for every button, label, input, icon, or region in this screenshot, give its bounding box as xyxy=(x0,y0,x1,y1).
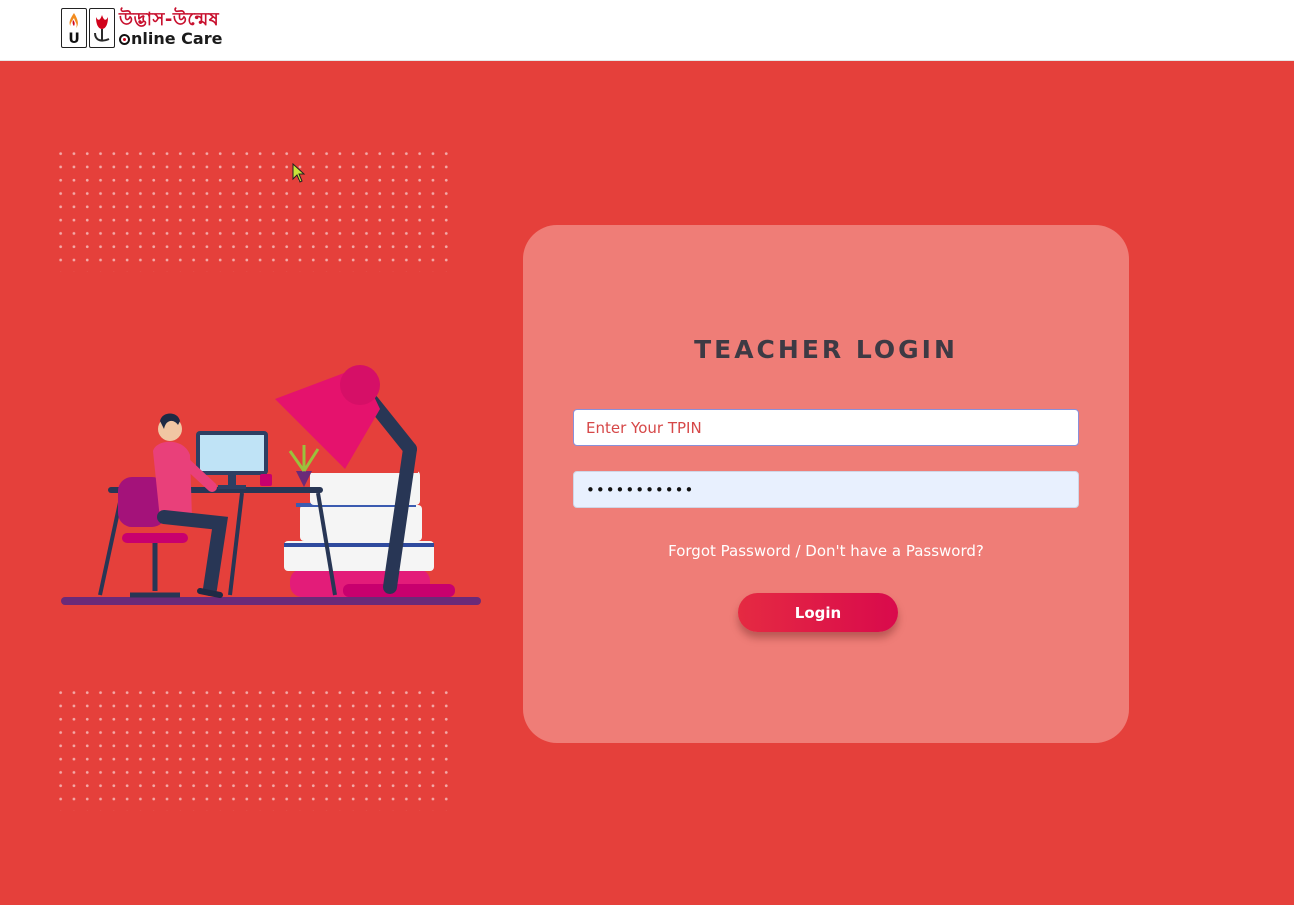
logo-subtitle: nline Care xyxy=(119,29,222,48)
login-button[interactable]: Login xyxy=(738,593,898,632)
password-input[interactable] xyxy=(573,471,1079,508)
site-logo[interactable]: U উদ্ভাস-উন্মেষ nline Care xyxy=(61,7,231,51)
flame-logo-icon: U xyxy=(61,8,87,48)
login-title: TEACHER LOGIN xyxy=(694,335,958,364)
header-bar: U উদ্ভাস-উন্মেষ nline Care xyxy=(0,0,1294,61)
floor-bar xyxy=(61,597,481,605)
main-area: TEACHER LOGIN Forgot Password / Don't ha… xyxy=(0,61,1294,905)
logo-o-icon xyxy=(119,34,130,45)
tulip-logo-icon xyxy=(89,8,115,48)
tpin-input[interactable] xyxy=(573,409,1079,446)
dot-pattern-bottom xyxy=(54,686,454,811)
coffee-mug xyxy=(260,474,272,486)
dot-pattern-top xyxy=(54,147,454,272)
mouse-pointer-icon xyxy=(292,163,306,183)
forgot-password-link[interactable]: Forgot Password / Don't have a Password? xyxy=(523,542,1129,560)
svg-text:U: U xyxy=(68,31,79,47)
workspace-illustration xyxy=(61,365,481,605)
login-card: TEACHER LOGIN Forgot Password / Don't ha… xyxy=(523,225,1129,743)
